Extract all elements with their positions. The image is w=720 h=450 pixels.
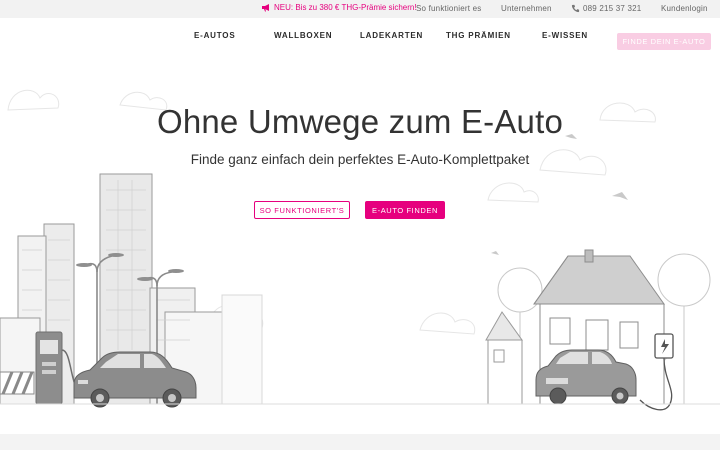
section-divider xyxy=(0,434,720,450)
nav-item-thg-praemien[interactable]: THG PRÄMIEN xyxy=(446,31,511,40)
promo-link[interactable]: NEU: Bis zu 380 € THG-Prämie sichern! xyxy=(261,3,417,12)
small-house xyxy=(485,311,523,405)
nav-item-e-wissen[interactable]: E-WISSEN xyxy=(542,31,588,40)
find-e-auto-button[interactable]: E-AUTO FINDEN xyxy=(365,201,445,219)
customer-login-link[interactable]: Kundenlogin xyxy=(661,4,708,13)
phone-number: 089 215 37 321 xyxy=(583,4,642,13)
hero-title: Ohne Umwege zum E-Auto xyxy=(156,103,564,140)
how-it-works-link[interactable]: So funktioniert es xyxy=(416,4,481,13)
top-utility-bar: NEU: Bis zu 380 € THG-Prämie sichern! So… xyxy=(0,0,720,18)
megaphone-icon xyxy=(262,4,269,12)
nav-item-ladekarten[interactable]: LADEKARTEN xyxy=(360,31,423,40)
phone-icon xyxy=(571,4,580,13)
nav-item-wallboxen[interactable]: WALLBOXEN xyxy=(274,31,332,40)
nav-item-e-autos[interactable]: E-AUTOS xyxy=(194,31,235,40)
barrier xyxy=(0,371,35,395)
phone-link[interactable]: 089 215 37 321 xyxy=(571,4,641,13)
promo-text: NEU: Bis zu 380 € THG-Prämie sichern! xyxy=(274,3,417,12)
hero-subtitle: Finde ganz einfach dein perfektes E-Auto… xyxy=(190,152,530,167)
find-car-cta-button[interactable]: FINDE DEIN E-AUTO xyxy=(617,33,711,50)
how-it-works-button[interactable]: SO FUNKTIONIERT'S xyxy=(254,201,350,219)
company-link[interactable]: Unternehmen xyxy=(501,4,552,13)
